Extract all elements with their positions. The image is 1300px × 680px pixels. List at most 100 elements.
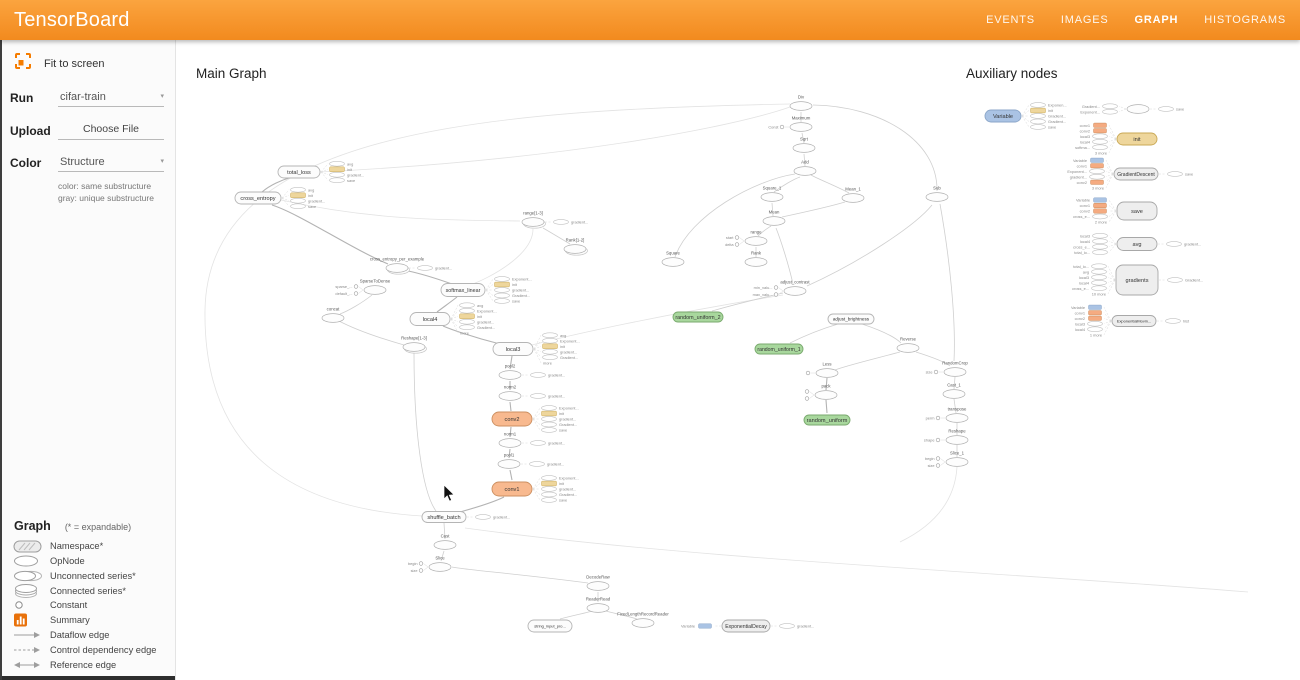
graph-node-div[interactable]: Div	[790, 95, 812, 111]
node-annotations: save	[1150, 107, 1184, 112]
graph-node-exponential_decay[interactable]: ExponentialDecay	[722, 620, 770, 632]
graph-node-square[interactable]: Square	[662, 251, 684, 267]
node-annotations: hist	[1157, 319, 1190, 324]
graph-edge	[460, 497, 504, 512]
graph-node-random_uniform_1[interactable]: random_uniform_1	[755, 344, 803, 354]
graph-node-conv1[interactable]: conv1	[492, 482, 532, 496]
node-input-constants	[806, 371, 815, 375]
graph-node-pool1[interactable]: pool1	[498, 453, 520, 469]
graph-node-pack[interactable]: pack	[815, 384, 837, 400]
graph-node-range_1_3[interactable]: range[1-3]	[522, 211, 546, 229]
graph-node-total_loss[interactable]: total_loss	[278, 166, 320, 178]
graph-node-mean[interactable]: Mean	[763, 210, 785, 226]
graph-node-adjust_brightness[interactable]: adjust_brightness	[828, 314, 874, 324]
graph-node-fixed_length_record_reader[interactable]: FixedLengthRecordReader	[617, 612, 669, 628]
dataflow-edge-icon	[12, 630, 50, 640]
graph-node-pool2[interactable]: pool2	[499, 364, 521, 380]
graph-node-reverse[interactable]: Reverse	[897, 337, 919, 353]
graph-node-variable[interactable]: Variable	[985, 110, 1021, 122]
color-select[interactable]: Structure ▾	[58, 154, 164, 172]
svg-text:range: range	[751, 230, 763, 235]
graph-node-exponential_moving[interactable]: ExponentialMovin...	[1112, 316, 1156, 327]
choose-file-button[interactable]: Choose File	[58, 121, 164, 140]
svg-text:Const: Const	[768, 124, 779, 129]
node-input-constants	[805, 390, 814, 401]
graph-node-concat[interactable]: concat	[322, 307, 344, 323]
graph-node-random_uniform[interactable]: random_uniform	[804, 415, 850, 425]
svg-text:Exponent...: Exponent...	[1067, 169, 1087, 174]
graph-node-reshape_1_3[interactable]: Reshape[1-3]	[401, 336, 427, 354]
svg-text:conv1: conv1	[505, 487, 520, 493]
graph-canvas[interactable]: total_lossavg init gradient... save cross_en…	[176, 40, 1300, 680]
graph-node-sqrt[interactable]: Sqrt	[793, 137, 815, 153]
svg-text:Variable: Variable	[681, 624, 695, 629]
svg-text:local4: local4	[1080, 239, 1091, 244]
graph-node-random_uniform_2[interactable]: random_uniform_2	[673, 312, 723, 322]
graph-node-slice[interactable]: Slice	[429, 556, 451, 572]
graph-node-range[interactable]: range	[745, 230, 767, 246]
graph-node-avg[interactable]: avg	[1117, 238, 1157, 251]
graph-node-cast_1[interactable]: Cast_1	[943, 383, 965, 399]
graph-node-aux_op[interactable]	[1127, 105, 1149, 114]
tab-graph[interactable]: GRAPH	[1135, 14, 1179, 26]
graph-node-save[interactable]: save	[1117, 202, 1157, 220]
graph-node-norm2[interactable]: norm2	[499, 385, 521, 401]
graph-node-square_1[interactable]: Square_1	[761, 186, 783, 202]
graph-node-gradients[interactable]: gradients	[1116, 265, 1158, 295]
node-annotations: gradient...	[522, 373, 565, 378]
constant-icon	[12, 599, 50, 611]
svg-text:save: save	[308, 204, 316, 209]
legend-expandable-note: (* = expandable)	[65, 522, 131, 532]
svg-text:gradient...: gradient...	[493, 515, 510, 520]
graph-node-maximum[interactable]: Maximum	[790, 116, 812, 132]
graph-node-rank[interactable]: Rank	[745, 251, 767, 267]
svg-text:gradient...: gradient...	[1184, 242, 1201, 247]
graph-node-mean_1[interactable]: Mean_1	[842, 187, 864, 203]
svg-text:sparse_...: sparse_...	[335, 284, 352, 289]
node-annotations: gradient...	[522, 394, 565, 399]
svg-text:gradient...: gradient...	[1070, 174, 1087, 179]
svg-text:Mean: Mean	[769, 210, 780, 215]
svg-text:cross_e...: cross_e...	[1073, 214, 1090, 219]
run-select[interactable]: cifar-train ▾	[58, 89, 164, 107]
graph-node-decode_raw[interactable]: DecodeRaw	[586, 575, 610, 591]
svg-text:range[1-3]: range[1-3]	[523, 211, 543, 216]
graph-node-random_crop[interactable]: RandomCrop	[942, 361, 968, 377]
graph-edge	[807, 205, 932, 286]
graph-node-cast[interactable]: Cast	[434, 534, 456, 550]
graph-node-shuffle_batch[interactable]: shuffle_batch	[422, 512, 466, 523]
tab-images[interactable]: IMAGES	[1061, 14, 1109, 26]
graph-node-conv2[interactable]: conv2	[492, 412, 532, 426]
graph-node-softmax_linear[interactable]: softmax_linear	[441, 284, 485, 297]
svg-text:RandomCrop: RandomCrop	[942, 361, 968, 366]
graph-edge	[437, 297, 457, 312]
svg-text:gradient...: gradient...	[548, 394, 565, 399]
graph-node-init[interactable]: init	[1117, 133, 1157, 145]
graph-node-gradient_descent[interactable]: GradientDescent	[1114, 168, 1158, 180]
graph-node-sparse_to_dense[interactable]: SparseToDense	[360, 279, 391, 295]
graph-node-slice_1[interactable]: Slice_1	[946, 451, 968, 467]
graph-node-sub[interactable]: Sub	[926, 186, 948, 202]
fit-to-screen-button[interactable]: Fit to screen	[2, 40, 175, 75]
graph-node-less[interactable]: Less	[816, 362, 838, 378]
svg-text:softma...: softma...	[1075, 145, 1090, 150]
graph-node-rank_1_2[interactable]: Rank[1-2]	[564, 238, 588, 256]
svg-text:start: start	[726, 235, 734, 240]
graph-node-string_input_producer[interactable]: string_input_pro...	[528, 620, 572, 632]
node-annotations: gradient...	[522, 441, 565, 446]
tab-histograms[interactable]: HISTOGRAMS	[1204, 14, 1286, 26]
svg-text:pack: pack	[821, 384, 831, 389]
graph-node-add[interactable]: Add	[794, 160, 816, 176]
svg-text:Slice_1: Slice_1	[950, 451, 965, 456]
graph-node-cross_entropy_per_example[interactable]: cross_entropy_per_example	[370, 257, 425, 275]
graph-node-local3[interactable]: local3	[493, 343, 533, 356]
tab-events[interactable]: EVENTS	[986, 14, 1035, 26]
graph-node-reader_read[interactable]: ReaderRead	[586, 597, 611, 613]
svg-text:gradient...: gradient...	[559, 487, 576, 492]
graph-node-cross_entropy[interactable]: cross_entropy	[235, 192, 281, 204]
graph-node-norm1[interactable]: norm1	[499, 432, 521, 448]
graph-node-reshape[interactable]: Reshape	[946, 429, 968, 445]
graph-node-adjust_contrast[interactable]: adjust_contrast	[780, 280, 810, 296]
graph-node-local4[interactable]: local4	[410, 313, 450, 326]
graph-node-transpose[interactable]: transpose	[946, 407, 968, 423]
